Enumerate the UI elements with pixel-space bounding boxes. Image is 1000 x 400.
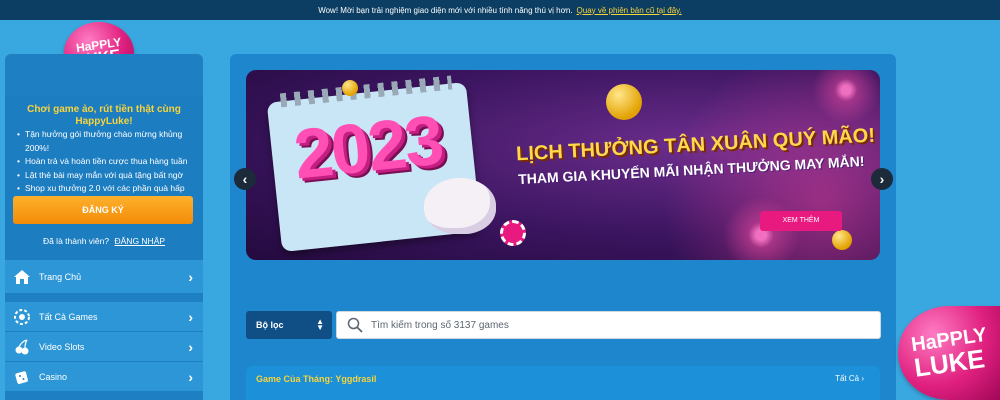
sidebar-item-video-slots[interactable]: Video Slots ›: [5, 332, 203, 362]
sidebar-nav: Trang Chủ › Tất Cả Games › Video Slots ›…: [5, 260, 203, 392]
sidebar-item-home[interactable]: Trang Chủ ›: [5, 260, 203, 294]
promo-banner[interactable]: 2023 LỊCH THƯỞNG TÂN XUÂN QUÝ MÃO! THAM …: [246, 70, 880, 260]
carousel-prev-button[interactable]: ‹: [234, 168, 256, 190]
logo-line-2: LUKE: [911, 343, 987, 383]
member-text: Đã là thành viên?: [42, 236, 110, 246]
dice-icon: [13, 369, 31, 385]
chevron-right-icon: ›: [188, 368, 193, 385]
filter-dropdown[interactable]: Bộ lọc ▲ ▼: [246, 311, 332, 339]
happyluke-floating-logo[interactable]: HaPPLY LUKE: [898, 306, 1000, 400]
chevron-right-icon: ›: [188, 308, 193, 325]
mouse-mascot: [424, 178, 496, 234]
gold-coin: [832, 230, 852, 250]
member-line: Đã là thành viên? ĐĂNG NHẬP: [5, 236, 203, 246]
gold-coin: [342, 80, 358, 96]
sidebar-item-label: Trang Chủ: [39, 271, 82, 282]
chevron-right-icon: ›: [188, 268, 193, 285]
search-input[interactable]: [371, 319, 851, 331]
login-link[interactable]: ĐĂNG NHẬP: [115, 236, 166, 246]
sidebar-item-casino[interactable]: Casino ›: [5, 362, 203, 392]
casino-chip-graphic: [500, 220, 526, 246]
main-content: 2023 LỊCH THƯỞNG TÂN XUÂN QUÝ MÃO! THAM …: [230, 54, 896, 400]
nav-divider: [5, 294, 203, 302]
filter-label: Bộ lọc: [256, 320, 284, 330]
promo-item: Tận hưởng gói thưởng chào mừng khủng 200…: [17, 128, 197, 155]
cherries-icon: [13, 338, 31, 355]
gold-coin: [606, 84, 642, 120]
old-version-link[interactable]: Quay về phiên bản cũ tại đây.: [577, 6, 682, 15]
sidebar-item-all-games[interactable]: Tất Cả Games ›: [5, 302, 203, 332]
game-of-month-header: Game Của Tháng: Yggdrasil Tất Cả ›: [246, 366, 880, 400]
register-button[interactable]: ĐĂNG KÝ: [13, 196, 193, 224]
sidebar-item-label: Casino: [39, 371, 68, 382]
sidebar-item-label: Tất Cả Games: [39, 311, 98, 322]
game-search[interactable]: [336, 311, 881, 339]
announcement-bar: Wow! Mời bạn trải nghiệm giao diện mới v…: [0, 0, 1000, 20]
chip-icon: [13, 308, 31, 325]
sidebar: Chơi game ảo, rút tiền thật cùng HappyLu…: [5, 54, 203, 400]
promo-title: Chơi game ảo, rút tiền thật cùng HappyLu…: [27, 104, 181, 127]
see-all-link[interactable]: Tất Cả ›: [835, 374, 864, 383]
banner-year: 2023: [290, 100, 446, 194]
see-all-label: Tất Cả: [835, 374, 860, 383]
game-of-month-title: Game Của Tháng: Yggdrasil: [256, 374, 377, 384]
sidebar-item-label: Video Slots: [39, 341, 85, 352]
announcement-text: Wow! Mời bạn trải nghiệm giao diện mới v…: [318, 5, 573, 15]
home-icon: [13, 269, 31, 285]
chevron-right-icon: ›: [188, 338, 193, 355]
carousel-next-button[interactable]: ›: [871, 168, 893, 190]
promo-item: Hoàn trả và hoàn tiền cược thua hàng tuầ…: [17, 155, 197, 169]
see-more-button[interactable]: XEM THÊM: [760, 211, 842, 231]
promo-item: Lật thẻ bài may mắn với quà tặng bất ngờ: [17, 169, 197, 183]
search-icon: [347, 317, 363, 333]
sort-arrows-icon: ▲ ▼: [316, 317, 324, 332]
